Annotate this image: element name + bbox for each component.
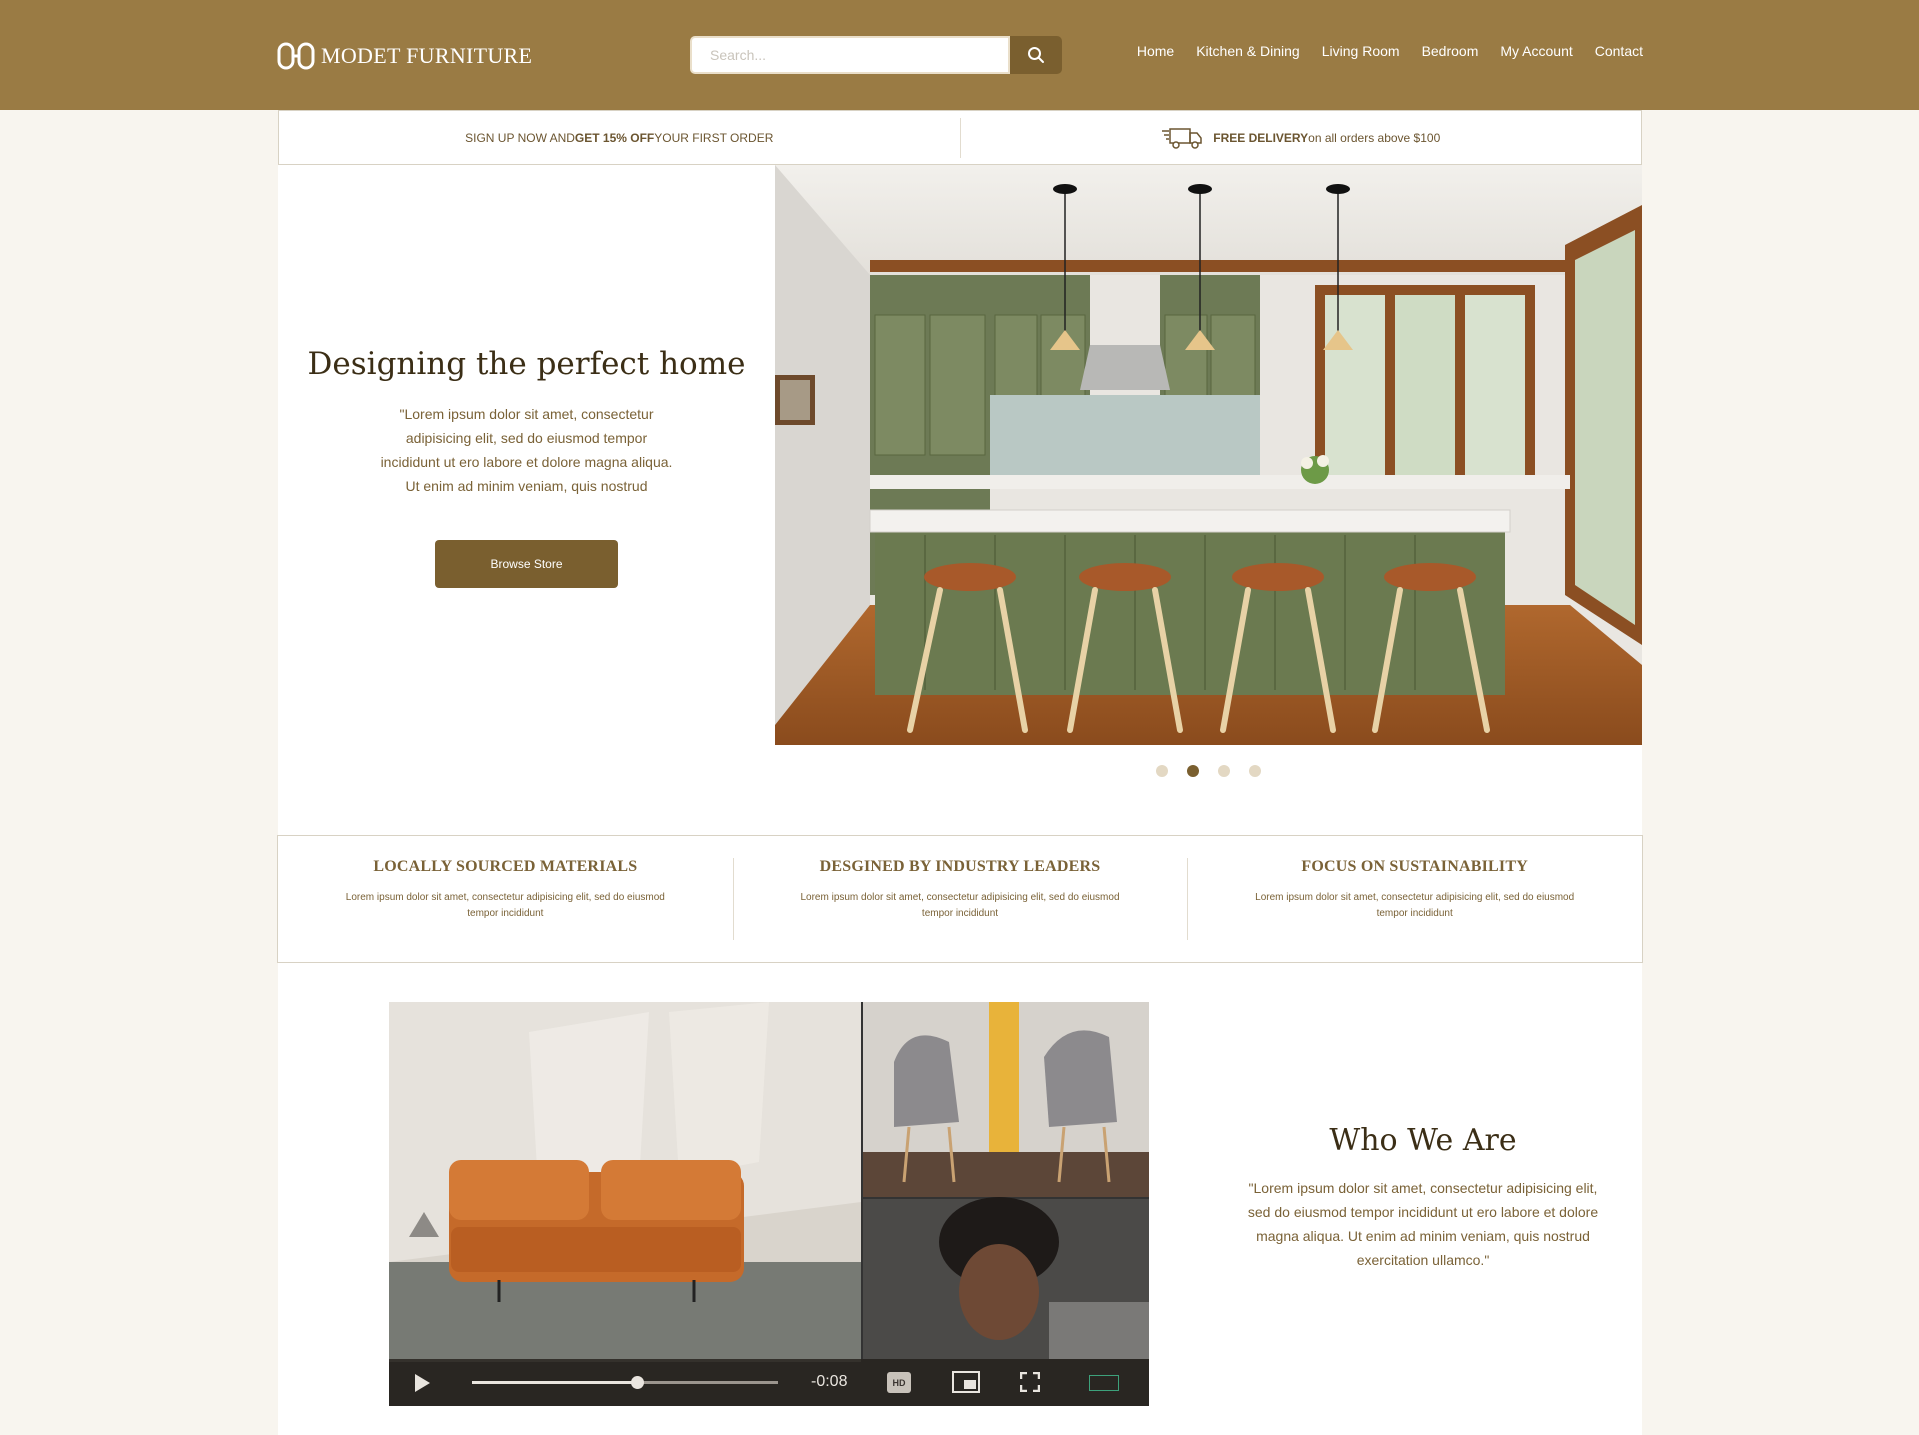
delivery-bold: FREE DELIVERY — [1213, 130, 1309, 145]
signup-promo[interactable]: SIGN UP NOW AND GET 15% OFF YOUR FIRST O… — [279, 111, 960, 164]
search-bar — [690, 36, 1062, 74]
search-input[interactable] — [690, 36, 1010, 74]
carousel-dot[interactable] — [1218, 765, 1230, 777]
signup-discount: GET 15% OFF — [574, 130, 655, 145]
signup-prefix: SIGN UP NOW AND — [465, 130, 575, 145]
search-icon — [1028, 47, 1044, 63]
carousel-dots — [1156, 765, 1261, 777]
video-player[interactable]: -0:08 HD — [389, 1002, 1149, 1406]
feature-item: FOCUS ON SUSTAINABILITY Lorem ipsum dolo… — [1187, 836, 1642, 962]
promo-bar: SIGN UP NOW AND GET 15% OFF YOUR FIRST O… — [278, 110, 1642, 165]
hd-button[interactable]: HD — [887, 1372, 911, 1393]
carousel-dot[interactable] — [1249, 765, 1261, 777]
nav-contact[interactable]: Contact — [1595, 43, 1643, 59]
hero-section: Designing the perfect home "Lorem ipsum … — [278, 165, 1642, 835]
video-progress-fill — [472, 1381, 638, 1384]
video-controls: -0:08 HD — [389, 1359, 1149, 1406]
delivery-suffix: on all orders above $100 — [1308, 130, 1441, 145]
search-button[interactable] — [1010, 36, 1062, 74]
features-strip: LOCALLY SOURCED MATERIALS Lorem ipsum do… — [277, 835, 1643, 963]
play-icon[interactable] — [413, 1373, 431, 1393]
video-time: -0:08 — [811, 1373, 848, 1390]
feature-text: Lorem ipsum dolor sit amet, consectetur … — [1255, 892, 1575, 919]
feature-title: LOCALLY SOURCED MATERIALS — [373, 858, 638, 875]
feature-text: Lorem ipsum dolor sit amet, consectetur … — [345, 892, 665, 919]
picture-in-picture-icon[interactable] — [952, 1371, 980, 1393]
feature-item: DESGINED BY INDUSTRY LEADERS Lorem ipsum… — [732, 836, 1188, 962]
delivery-promo: FREE DELIVERY on all orders above $100 — [961, 111, 1642, 164]
browse-store-button[interactable]: Browse Store — [435, 540, 618, 588]
truck-icon — [1162, 127, 1202, 149]
video-progress-bar[interactable] — [472, 1376, 778, 1389]
hero-description: "Lorem ipsum dolor sit amet, consectetur… — [380, 406, 673, 494]
carousel-dot[interactable] — [1156, 765, 1168, 777]
main-nav: Home Kitchen & Dining Living Room Bedroo… — [1137, 43, 1643, 59]
feature-title: FOCUS ON SUSTAINABILITY — [1301, 858, 1528, 875]
brand-name: MODET FURNITURE — [321, 43, 533, 68]
who-we-are: Who We Are "Lorem ipsum dolor sit amet, … — [1218, 1123, 1628, 1272]
video-frame — [389, 1002, 1149, 1362]
hero-content: Designing the perfect home "Lorem ipsum … — [278, 165, 775, 745]
hero-title: Designing the perfect home — [307, 346, 746, 382]
nav-kitchen-dining[interactable]: Kitchen & Dining — [1196, 43, 1300, 59]
who-title: Who We Are — [1329, 1123, 1517, 1158]
nav-bedroom[interactable]: Bedroom — [1422, 43, 1479, 59]
feature-text: Lorem ipsum dolor sit amet, consectetur … — [800, 892, 1120, 919]
feature-item: LOCALLY SOURCED MATERIALS Lorem ipsum do… — [278, 836, 733, 962]
nav-living-room[interactable]: Living Room — [1322, 43, 1400, 59]
about-section: -0:08 HD Who We Are "Lorem ipsum dolor s… — [278, 963, 1642, 1435]
brand-logo[interactable]: MODET FURNITURE — [277, 40, 532, 72]
kitchen-illustration — [775, 165, 1642, 745]
nav-my-account[interactable]: My Account — [1500, 43, 1572, 59]
nav-home[interactable]: Home — [1137, 43, 1174, 59]
site-header: MODET FURNITURE Home Kitchen & Dining Li… — [0, 0, 1919, 110]
feature-title: DESGINED BY INDUSTRY LEADERS — [819, 858, 1101, 875]
carousel-dot[interactable] — [1187, 765, 1199, 777]
video-progress-handle[interactable] — [631, 1376, 645, 1389]
logo-icon — [277, 42, 315, 70]
who-text: "Lorem ipsum dolor sit amet, consectetur… — [1247, 1180, 1599, 1268]
fullscreen-icon[interactable] — [1020, 1372, 1040, 1392]
signup-suffix: YOUR FIRST ORDER — [654, 130, 774, 145]
hero-kitchen-image — [775, 165, 1642, 745]
captions-button[interactable] — [1089, 1375, 1119, 1391]
